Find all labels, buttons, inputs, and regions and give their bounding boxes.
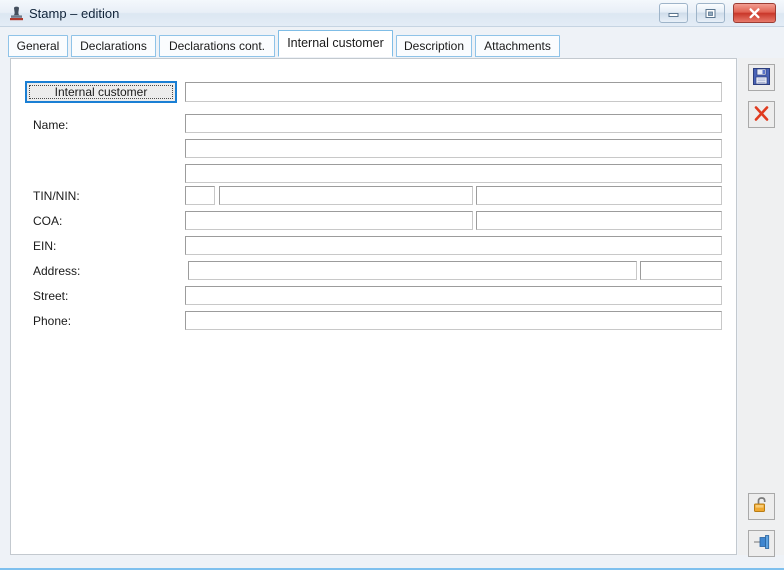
label-address: Address: <box>33 264 81 278</box>
stamp-icon <box>8 5 25 22</box>
unlock-icon <box>752 495 772 518</box>
label-street: Street: <box>33 289 69 303</box>
phone-input[interactable] <box>185 311 722 330</box>
tab-attachments[interactable]: Attachments <box>475 35 560 57</box>
label-coa: COA: <box>33 214 63 228</box>
tin-nin-input[interactable] <box>219 186 473 205</box>
address-input[interactable] <box>188 261 637 280</box>
cancel-button[interactable] <box>748 101 775 128</box>
tab-strip: General Declarations Declarations cont. … <box>0 27 784 60</box>
name-input-3[interactable] <box>185 164 722 183</box>
tab-label: Attachments <box>484 39 551 53</box>
tab-internal-customer[interactable]: Internal customer <box>278 30 393 57</box>
close-button[interactable] <box>733 3 776 23</box>
minimize-button[interactable] <box>659 3 688 23</box>
save-icon <box>752 67 771 89</box>
internal-customer-button[interactable]: Internal customer <box>25 81 177 103</box>
label-phone: Phone: <box>33 314 72 328</box>
street-input[interactable] <box>185 286 722 305</box>
window-title: Stamp – edition <box>29 6 120 21</box>
name-input-2[interactable] <box>185 139 722 158</box>
ein-input[interactable] <box>185 236 722 255</box>
address-extra-input[interactable] <box>640 261 722 280</box>
tab-label: Description <box>403 39 465 53</box>
title-bar: Stamp – edition <box>0 0 784 27</box>
name-input-1[interactable] <box>185 114 722 133</box>
internal-customer-button-label: Internal customer <box>54 85 148 99</box>
tab-label: Declarations cont. <box>168 39 266 53</box>
right-toolbar <box>738 58 784 557</box>
label-tin-nin: TIN/NIN: <box>33 189 80 203</box>
coa-input[interactable] <box>185 211 473 230</box>
tab-declarations-cont[interactable]: Declarations cont. <box>159 35 275 57</box>
tab-label: Declarations <box>80 39 147 53</box>
label-ein: EIN: <box>33 239 57 253</box>
cancel-icon <box>752 104 771 126</box>
save-button[interactable] <box>748 64 775 91</box>
tin-nin-prefix-input[interactable] <box>185 186 215 205</box>
tab-content-panel: Internal customer Name: TIN/NIN: COA: EI… <box>10 58 737 555</box>
restore-icon <box>697 4 724 22</box>
label-name: Name: <box>33 118 69 132</box>
tab-description[interactable]: Description <box>396 35 472 57</box>
minimize-icon <box>660 4 687 22</box>
internal-customer-input[interactable] <box>185 82 722 102</box>
application-window: Stamp – edition General Declarations Dec… <box>0 0 784 570</box>
tin-nin-extra-input[interactable] <box>476 186 722 205</box>
restore-button[interactable] <box>696 3 725 23</box>
tab-label: General <box>16 39 60 53</box>
coa-extra-input[interactable] <box>476 211 722 230</box>
tab-general[interactable]: General <box>8 35 68 57</box>
tab-declarations[interactable]: Declarations <box>71 35 156 57</box>
pin-icon <box>752 532 772 555</box>
close-icon <box>734 4 775 22</box>
pin-button[interactable] <box>748 530 775 557</box>
unlock-button[interactable] <box>748 493 775 520</box>
tab-label: Internal customer <box>287 36 384 51</box>
